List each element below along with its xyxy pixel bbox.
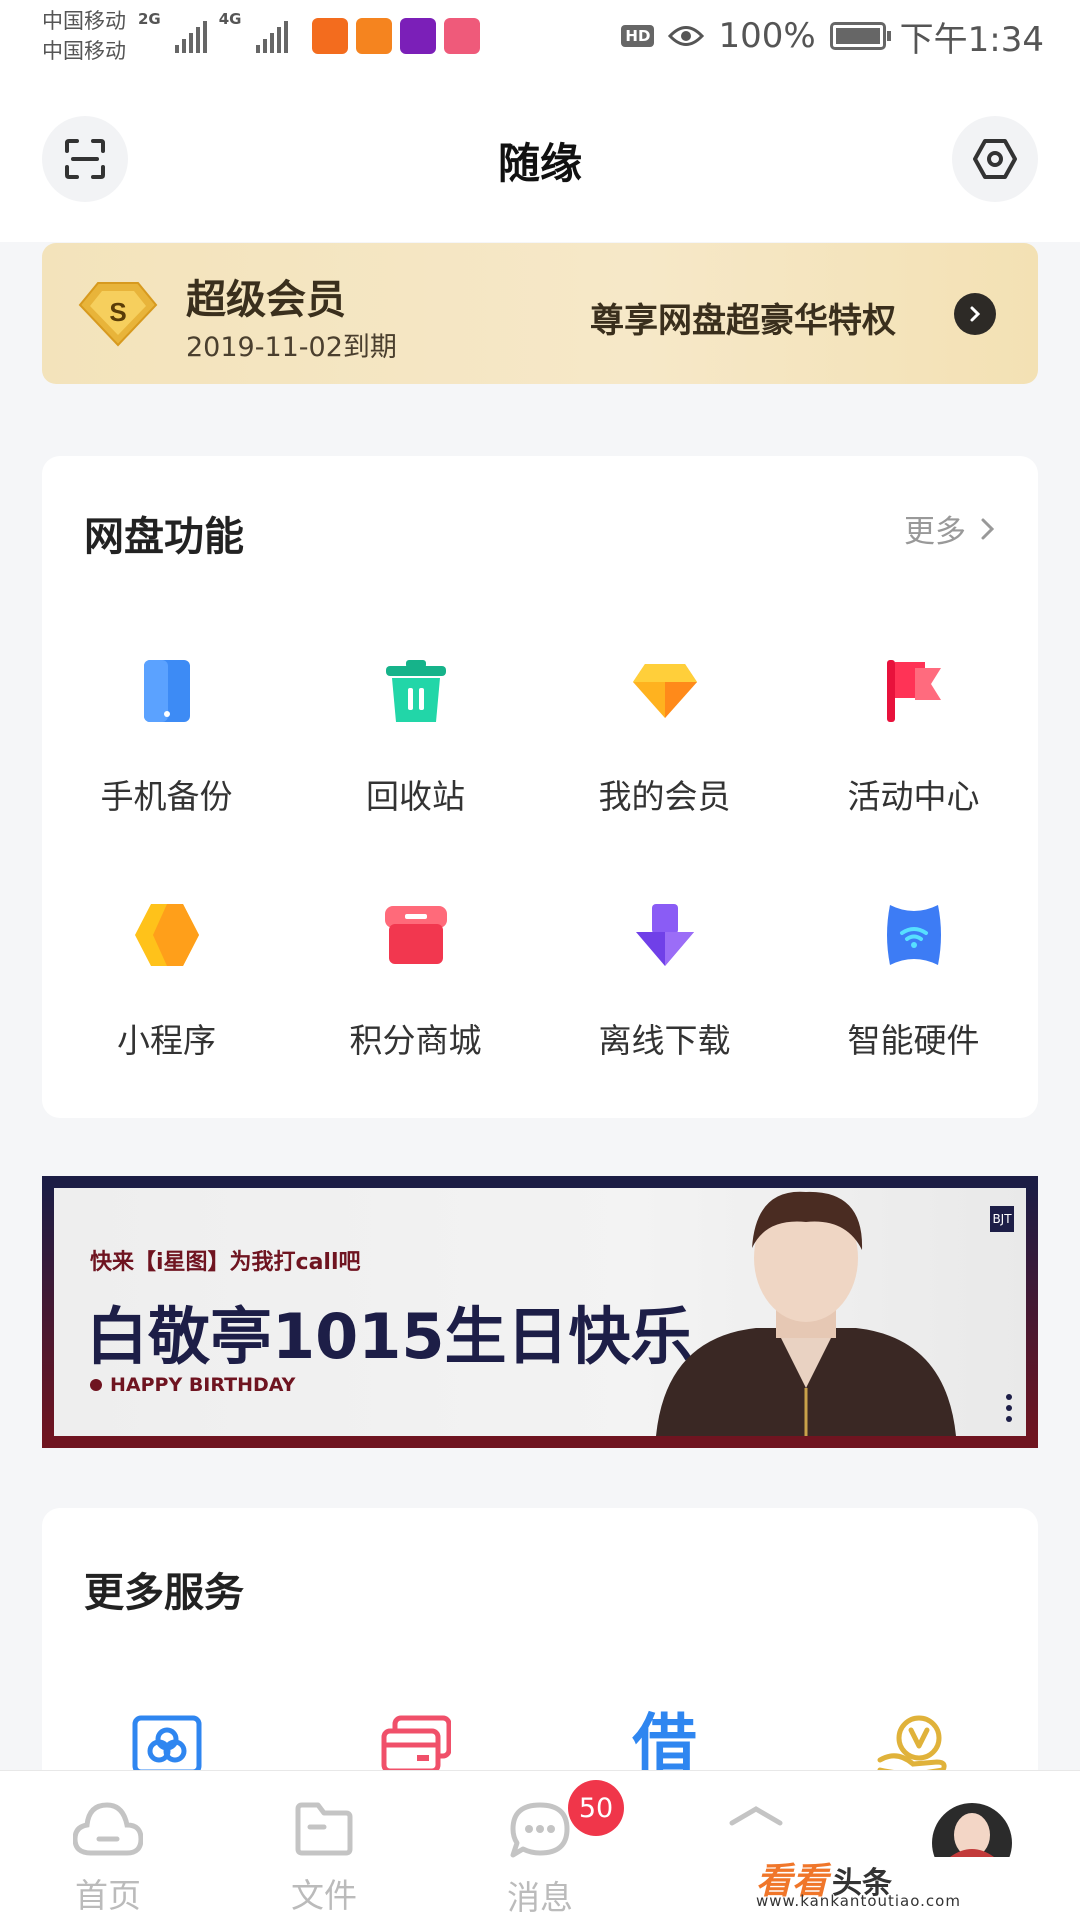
download-icon	[626, 896, 704, 974]
vip-expiry: 2019-11-02到期	[186, 332, 397, 363]
carriers: 中国移动 中国移动	[42, 6, 126, 66]
settings-icon	[973, 139, 1017, 179]
app-icon-2	[355, 18, 392, 54]
vip-diamond-icon: S	[78, 282, 158, 347]
feature-smart-hardware[interactable]: 智能硬件	[789, 896, 1038, 1140]
chat-icon	[510, 1802, 570, 1858]
message-badge: 50	[568, 1780, 624, 1836]
loan-glyph: 借	[632, 1708, 697, 1782]
banner-headline: 白敬亭1015生日快乐	[86, 1300, 693, 1373]
vip-card[interactable]: S 超级会员 2019-11-02到期 尊享网盘超豪华特权	[42, 243, 1038, 384]
feature-recycle-bin[interactable]: 回收站	[291, 652, 540, 896]
network-type-1: 2G	[138, 10, 161, 28]
trash-icon	[377, 652, 455, 730]
page-title: 随缘	[497, 139, 582, 188]
smart-hardware-icon	[875, 896, 953, 974]
feature-activity-center[interactable]: 活动中心	[789, 652, 1038, 896]
banner-more-icon[interactable]	[1006, 1394, 1012, 1422]
app-icon-4	[443, 18, 480, 54]
feature-phone-backup[interactable]: 手机备份	[42, 652, 291, 896]
battery-icon	[829, 22, 891, 50]
carrier-2: 中国移动	[42, 39, 126, 63]
feature-label: 智能硬件	[847, 1021, 980, 1060]
mini-program-icon	[128, 896, 206, 974]
battery-percent: 100%	[718, 16, 816, 56]
app-icon-1	[311, 18, 348, 54]
app-icon-3	[399, 18, 436, 54]
banner-subtitle: 快来【i星图】为我打call吧	[90, 1250, 361, 1275]
feature-mini-program[interactable]: 小程序	[42, 896, 291, 1140]
nav-label: 首页	[75, 1876, 141, 1915]
avatar	[932, 1803, 1012, 1857]
feature-label: 活动中心	[847, 777, 980, 816]
chevron-right-icon	[970, 306, 981, 322]
header: 随缘	[0, 72, 1080, 242]
feature-label: 离线下载	[598, 1021, 731, 1060]
signal-icon-1	[174, 19, 207, 53]
feature-points-mall[interactable]: 积分商城	[291, 896, 540, 1140]
feature-my-vip[interactable]: 我的会员	[540, 652, 789, 896]
network-type-2: 4G	[218, 10, 242, 28]
vip-badge-letter: S	[109, 297, 126, 327]
nav-label: 消息	[507, 1878, 573, 1917]
banner-english: HAPPY BIRTHDAY	[90, 1374, 295, 1396]
feature-label: 手机备份	[100, 777, 233, 816]
notification-icons	[311, 18, 480, 54]
vip-title: 超级会员	[186, 277, 346, 323]
phone-backup-icon	[128, 652, 206, 730]
feature-label: 积分商城	[349, 1021, 482, 1060]
carrier-1: 中国移动	[42, 9, 126, 33]
features-more-link[interactable]: 更多	[904, 506, 996, 551]
feature-label: 回收站	[366, 777, 465, 816]
banner-portrait	[656, 1191, 956, 1436]
status-bar: 中国移动 中国移动 2G 4G HD 100% 下午1:34	[0, 0, 1080, 72]
feature-offline-download[interactable]: 离线下载	[540, 896, 789, 1140]
clock: 下午1:34	[899, 19, 1044, 60]
features-card: 网盘功能 更多 手机备份 回收站 我的会员 活动中心 小程序 积分商城 离线下载…	[42, 456, 1038, 1118]
settings-button[interactable]	[952, 116, 1038, 202]
nav-label: 文件	[291, 1876, 357, 1915]
chevron-right-icon	[981, 518, 995, 539]
discover-icon	[729, 1806, 783, 1826]
watermark-url: www.kankantoutiao.com	[756, 1892, 961, 1910]
vip-promo: 尊享网盘超豪华特权	[590, 301, 896, 341]
features-title: 网盘功能	[84, 514, 244, 560]
folder-icon	[295, 1802, 353, 1856]
feature-label: 我的会员	[598, 777, 731, 816]
status-right: HD 100% 下午1:34	[621, 12, 1044, 61]
services-title: 更多服务	[84, 1570, 244, 1616]
home-cloud-icon	[73, 1802, 143, 1856]
vip-arrow-button[interactable]	[954, 293, 996, 335]
shop-icon	[377, 896, 455, 974]
eye-comfort-icon	[668, 26, 705, 46]
banner-logo: BJT	[990, 1206, 1014, 1232]
diamond-icon	[626, 652, 704, 730]
feature-label: 小程序	[117, 1021, 216, 1060]
signal-icon-2	[255, 19, 288, 53]
nav-profile[interactable]	[892, 1801, 1052, 1869]
features-grid: 手机备份 回收站 我的会员 活动中心 小程序 积分商城 离线下载 智能硬件	[42, 652, 1038, 1140]
promo-banner[interactable]: 快来【i星图】为我打call吧 白敬亭1015生日快乐 HAPPY BIRTHD…	[42, 1176, 1038, 1448]
status-left: 中国移动 中国移动 2G 4G	[42, 6, 480, 66]
more-label: 更多	[904, 514, 966, 550]
nav-home[interactable]: 首页	[28, 1801, 188, 1917]
hd-icon: HD	[621, 25, 655, 47]
flag-icon	[875, 652, 953, 730]
nav-files[interactable]: 文件	[244, 1801, 404, 1917]
